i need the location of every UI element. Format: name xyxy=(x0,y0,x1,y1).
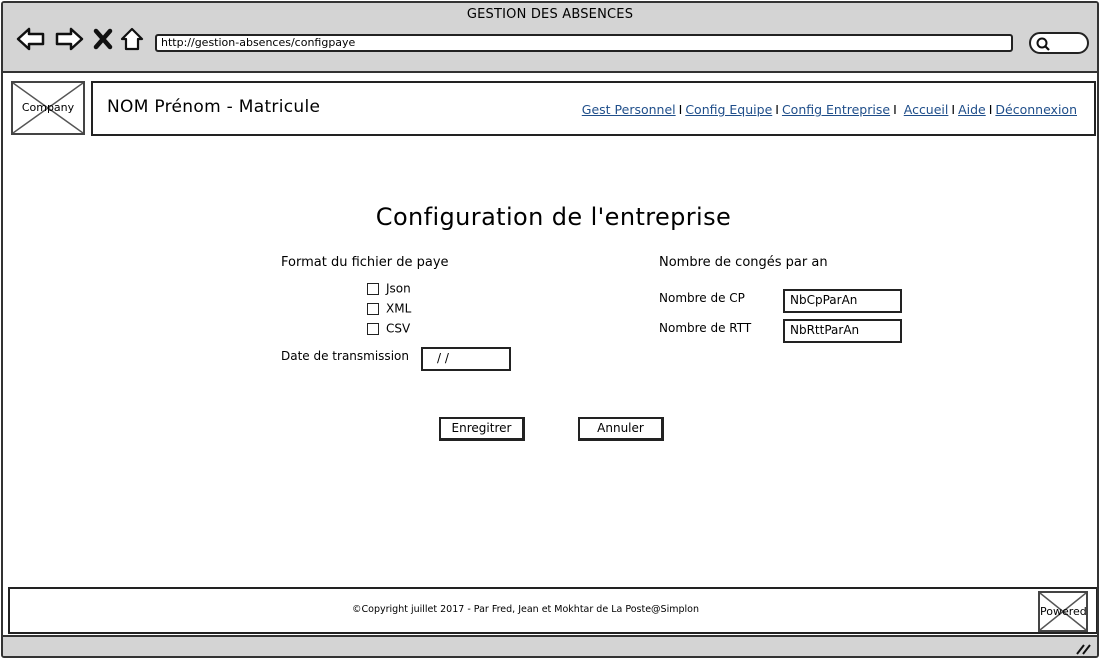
search-icon xyxy=(1036,37,1050,51)
save-button[interactable]: Enregitrer xyxy=(439,417,525,441)
nav-separator: I xyxy=(893,102,897,117)
nav-separator: I xyxy=(775,102,779,117)
nav-deconnexion[interactable]: Déconnexion xyxy=(995,102,1077,117)
rtt-count-input[interactable]: NbRttParAn xyxy=(783,319,902,343)
search-field[interactable] xyxy=(1029,32,1089,54)
resize-grip-icon[interactable] xyxy=(1075,643,1091,655)
checkbox-box[interactable] xyxy=(367,302,379,315)
payroll-format-heading: Format du fichier de paye xyxy=(281,255,449,270)
checkbox-label: Json xyxy=(386,281,411,296)
nav-config-equipe[interactable]: Config Equipe xyxy=(685,102,772,117)
format-csv-checkbox[interactable]: CSV xyxy=(367,321,410,337)
window-title: GESTION DES ABSENCES xyxy=(466,7,634,22)
nav-separator: I xyxy=(988,102,993,117)
user-identity: NOM Prénom - Matricule xyxy=(107,97,321,117)
back-arrow-icon[interactable] xyxy=(15,25,47,53)
nav-accueil[interactable]: Accueil xyxy=(904,102,949,117)
transmission-date-label: Date de transmission xyxy=(281,349,409,363)
format-json-checkbox[interactable]: Json xyxy=(367,281,411,297)
powered-logo-label: Powered xyxy=(1040,605,1087,618)
checkbox-box[interactable] xyxy=(367,322,379,335)
checkbox-box[interactable] xyxy=(367,282,379,295)
format-xml-checkbox[interactable]: XML xyxy=(367,301,411,317)
url-bar[interactable]: http://gestion-absences/configpaye xyxy=(155,34,1013,52)
nav-gest-personnel[interactable]: Gest Personnel xyxy=(582,102,676,117)
status-bar xyxy=(3,635,1097,656)
browser-window: GESTION DES ABSENCES http://gestion-abse… xyxy=(1,1,1099,658)
rtt-count-label: Nombre de RTT xyxy=(659,321,752,335)
copyright-text: ©Copyright juillet 2017 - Par Fred, Jean… xyxy=(352,604,699,615)
page-title: Configuration de l'entreprise xyxy=(375,203,732,231)
top-navigation: Gest Personnel I Config Equipe I Config Entr… xyxy=(582,102,1077,117)
nav-config-entreprise[interactable]: Config Entreprise xyxy=(782,102,890,117)
nav-separator: I xyxy=(678,102,683,117)
checkbox-label: CSV xyxy=(386,321,411,336)
cancel-button[interactable]: Annuler xyxy=(578,417,664,441)
nav-aide[interactable]: Aide xyxy=(958,102,986,117)
company-logo-label: Company xyxy=(21,101,75,114)
cp-count-input[interactable]: NbCpParAn xyxy=(783,289,902,313)
stop-x-icon[interactable] xyxy=(93,25,113,53)
browser-chrome: GESTION DES ABSENCES http://gestion-abse… xyxy=(3,3,1097,73)
transmission-date-input[interactable]: / / xyxy=(421,347,511,371)
leave-per-year-heading: Nombre de congés par an xyxy=(659,255,828,270)
forward-arrow-icon[interactable] xyxy=(53,25,85,53)
checkbox-label: XML xyxy=(386,301,412,316)
nav-separator: I xyxy=(951,102,956,117)
home-icon[interactable] xyxy=(119,25,145,53)
company-logo: Company xyxy=(11,81,85,135)
powered-logo: Powered xyxy=(1038,591,1088,632)
cp-count-label: Nombre de CP xyxy=(659,291,745,305)
